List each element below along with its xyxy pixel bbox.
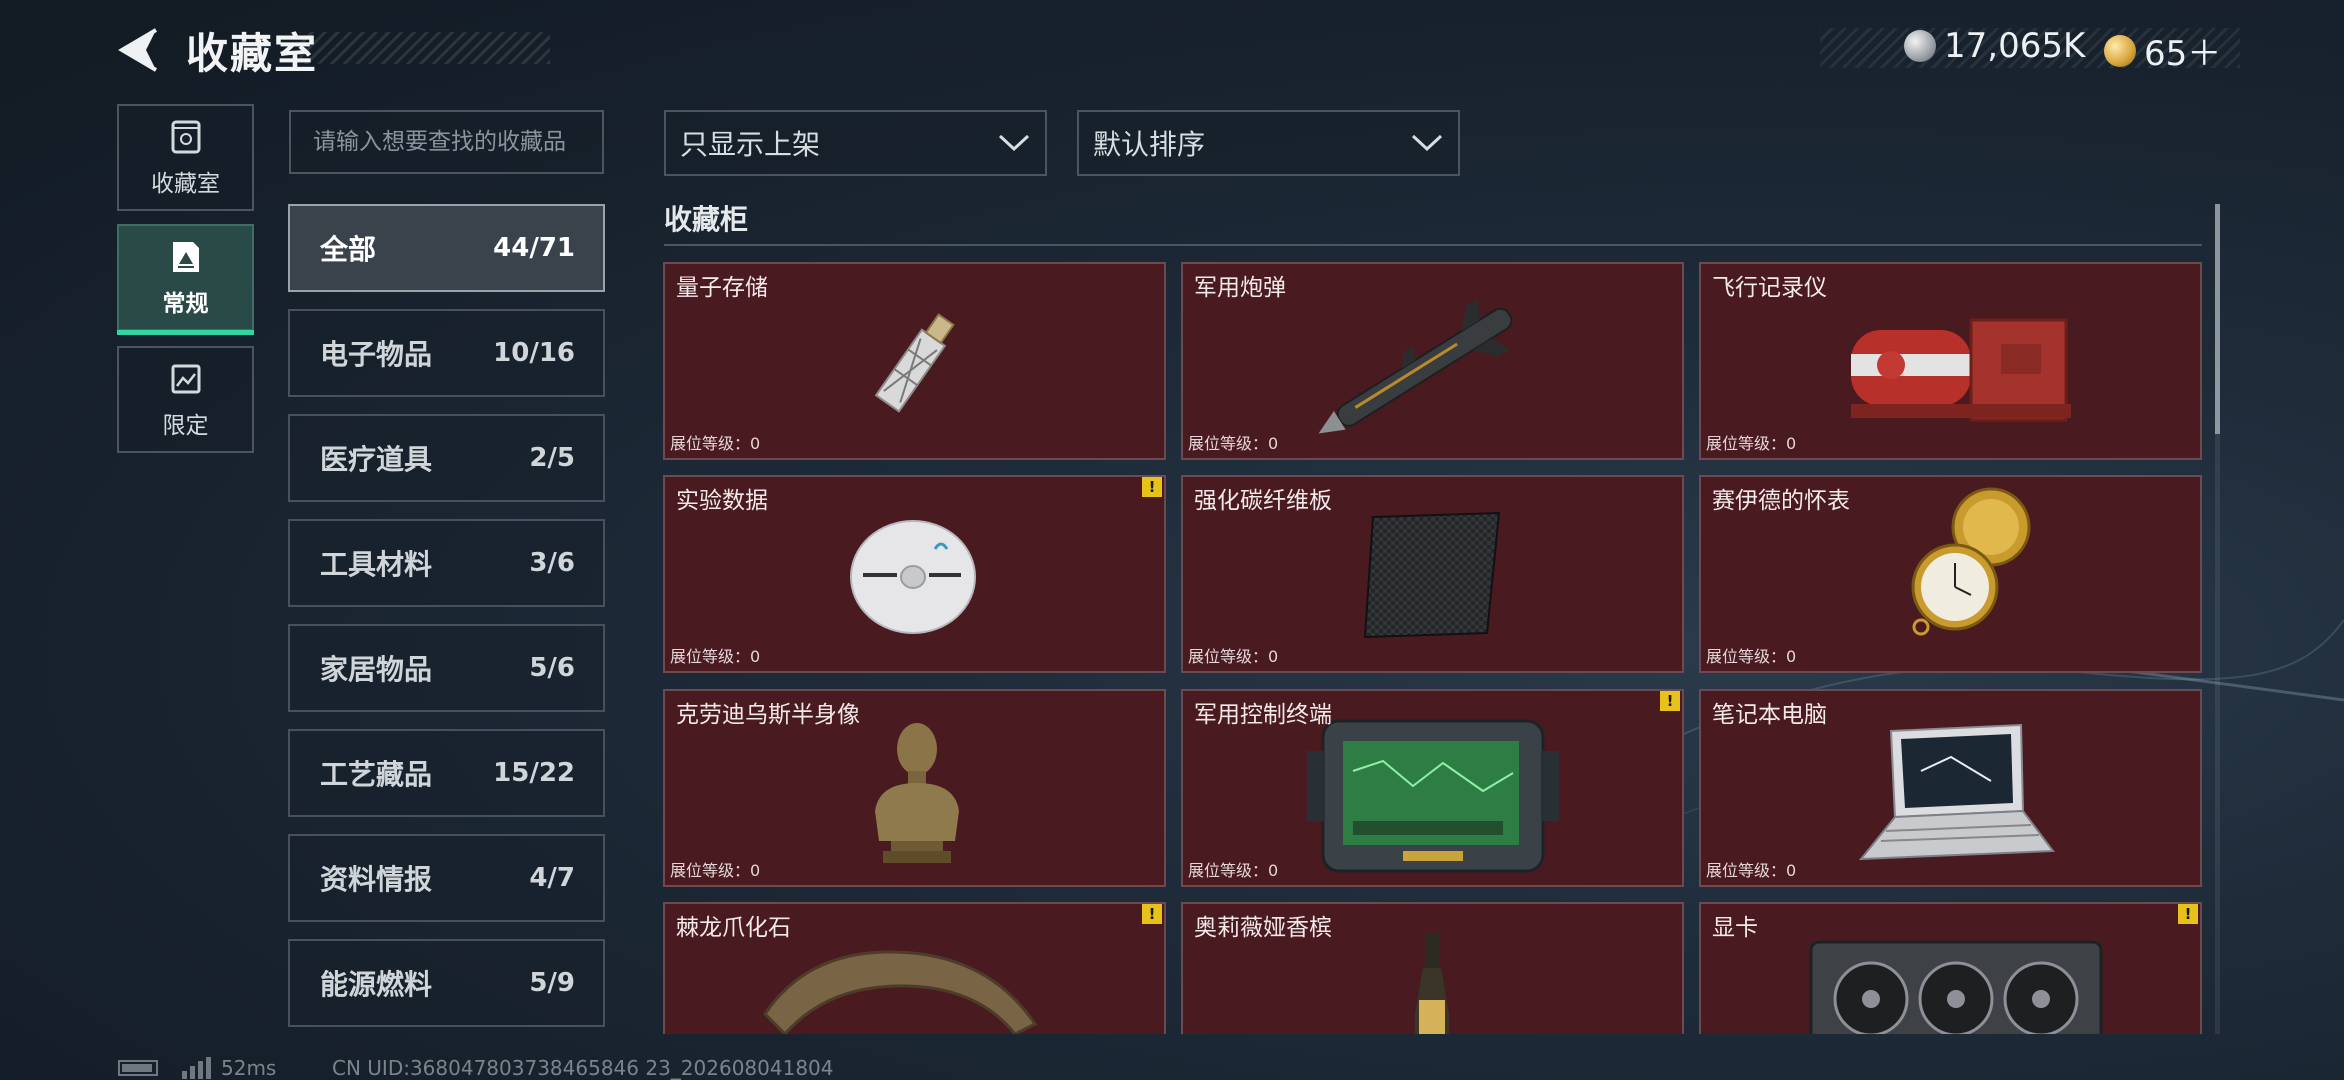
category-count: 10/16 bbox=[493, 338, 575, 368]
category-count: 5/6 bbox=[529, 653, 575, 683]
nav-regular-label: 常规 bbox=[162, 290, 209, 317]
sort-value: 默认排序 bbox=[1093, 128, 1206, 161]
sort-dropdown[interactable]: 默认排序 bbox=[1077, 110, 1460, 176]
collection-item-card[interactable]: 飞行记录仪 展位等级：0 bbox=[1699, 262, 2202, 460]
item-name: 显卡 bbox=[1712, 915, 1758, 941]
regular-icon bbox=[172, 241, 199, 272]
item-level: 展位等级：0 bbox=[670, 861, 761, 880]
collection-room-icon bbox=[171, 120, 200, 153]
page-title: 收藏室 bbox=[186, 29, 319, 78]
collection-item-card[interactable]: 实验数据 ! 展位等级：0 bbox=[663, 475, 1166, 673]
category-name: 家居物品 bbox=[320, 653, 433, 686]
ping-value: 52ms bbox=[221, 1056, 277, 1080]
collection-item-card[interactable]: 显卡 ! bbox=[1699, 902, 2202, 1034]
item-name: 军用炮弹 bbox=[1194, 275, 1286, 301]
collection-item-card[interactable]: 赛伊德的怀表 展位等级：0 bbox=[1699, 475, 2202, 673]
item-name: 军用控制终端 bbox=[1194, 702, 1332, 728]
item-name: 奥莉薇娅香槟 bbox=[1194, 915, 1332, 941]
collection-item-card[interactable]: 棘龙爪化石 ! bbox=[663, 902, 1166, 1034]
item-name: 飞行记录仪 bbox=[1712, 275, 1827, 301]
category-name: 全部 bbox=[320, 233, 377, 266]
category-name: 工艺藏品 bbox=[320, 758, 433, 791]
display-filter-value: 只显示上架 bbox=[680, 128, 821, 161]
back-arrow-icon bbox=[118, 28, 158, 72]
category-count: 2/5 bbox=[529, 443, 575, 473]
category-name: 医疗道具 bbox=[320, 443, 433, 476]
category-count: 44/71 bbox=[493, 233, 575, 263]
item-level: 展位等级：0 bbox=[1188, 647, 1279, 666]
collection-item-card[interactable]: 强化碳纤维板 展位等级：0 bbox=[1181, 475, 1684, 673]
category-energy[interactable]: 能源燃料 5/9 bbox=[288, 939, 605, 1027]
limited-icon bbox=[171, 364, 200, 393]
currency-silver-value: 17,065K bbox=[1944, 26, 2086, 66]
alert-icon: ! bbox=[2178, 904, 2198, 924]
category-crafts[interactable]: 工艺藏品 15/22 bbox=[288, 729, 605, 817]
item-name: 量子存储 bbox=[676, 275, 768, 301]
search-input[interactable]: 请输入想要查找的收藏品 bbox=[289, 110, 604, 174]
collection-item-card[interactable]: 量子存储 展位等级：0 bbox=[663, 262, 1166, 460]
category-count: 5/9 bbox=[529, 968, 575, 998]
category-count: 3/6 bbox=[529, 548, 575, 578]
item-level: 展位等级：0 bbox=[1706, 647, 1797, 666]
user-uid: CN UID:368047803738465846 23_20260804180… bbox=[332, 1056, 834, 1080]
item-name: 赛伊德的怀表 bbox=[1712, 488, 1850, 514]
category-electronics[interactable]: 电子物品 10/16 bbox=[288, 309, 605, 397]
category-tools[interactable]: 工具材料 3/6 bbox=[288, 519, 605, 607]
status-footer: 52ms bbox=[118, 1056, 276, 1080]
collection-item-card[interactable]: 笔记本电脑 展位等级：0 bbox=[1699, 689, 2202, 887]
scrollbar-thumb[interactable] bbox=[2215, 204, 2220, 434]
alert-icon: ! bbox=[1142, 904, 1162, 924]
item-level: 展位等级：0 bbox=[1188, 861, 1279, 880]
item-level: 展位等级：0 bbox=[670, 434, 761, 453]
currency-gold-value: 65＋ bbox=[2144, 34, 2222, 74]
nav-limited[interactable]: 限定 bbox=[117, 346, 254, 453]
category-count: 15/22 bbox=[493, 758, 575, 788]
section-divider bbox=[664, 244, 2202, 246]
nav-limited-label: 限定 bbox=[162, 412, 209, 439]
category-intel[interactable]: 资料情报 4/7 bbox=[288, 834, 605, 922]
back-button[interactable] bbox=[116, 26, 164, 74]
collection-item-card[interactable]: 克劳迪乌斯半身像 展位等级：0 bbox=[663, 689, 1166, 887]
category-medical[interactable]: 医疗道具 2/5 bbox=[288, 414, 605, 502]
battery-icon bbox=[118, 1060, 158, 1076]
display-filter-dropdown[interactable]: 只显示上架 bbox=[664, 110, 1047, 176]
gold-coin-icon bbox=[2104, 34, 2136, 67]
category-all[interactable]: 全部 44/71 bbox=[288, 204, 605, 292]
chevron-down-icon bbox=[998, 134, 1030, 152]
currency-silver: 17,065K bbox=[1904, 26, 2085, 66]
nav-collection-room[interactable]: 收藏室 bbox=[117, 104, 254, 211]
item-level: 展位等级：0 bbox=[670, 647, 761, 666]
item-name: 棘龙爪化石 bbox=[676, 915, 791, 941]
item-level: 展位等级：0 bbox=[1706, 861, 1797, 880]
item-name: 笔记本电脑 bbox=[1712, 702, 1827, 728]
collection-item-card[interactable]: 军用炮弹 展位等级：0 bbox=[1181, 262, 1684, 460]
graphics-card-icon bbox=[1809, 940, 2103, 1034]
item-level: 展位等级：0 bbox=[1706, 434, 1797, 453]
item-name: 强化碳纤维板 bbox=[1194, 488, 1332, 514]
collection-item-card[interactable]: 奥莉薇娅香槟 bbox=[1181, 902, 1684, 1034]
section-title: 收藏柜 bbox=[664, 203, 749, 236]
nav-regular[interactable]: 常规 bbox=[117, 224, 254, 335]
item-name: 克劳迪乌斯半身像 bbox=[676, 702, 860, 728]
category-name: 能源燃料 bbox=[320, 968, 433, 1001]
collection-grid: 量子存储 展位等级：0 军用炮弹 展位等级：0 飞行记录仪 展位等级：0 实验数… bbox=[663, 262, 2203, 1034]
signal-icon bbox=[182, 1057, 211, 1079]
alert-icon: ! bbox=[1660, 691, 1680, 711]
item-name: 实验数据 bbox=[676, 488, 768, 514]
category-count: 4/7 bbox=[529, 863, 575, 893]
category-household[interactable]: 家居物品 5/6 bbox=[288, 624, 605, 712]
nav-collection-room-label: 收藏室 bbox=[151, 170, 220, 197]
collection-item-card[interactable]: 军用控制终端 ! 展位等级：0 bbox=[1181, 689, 1684, 887]
chevron-down-icon bbox=[1411, 134, 1443, 152]
category-name: 工具材料 bbox=[320, 548, 433, 581]
item-level: 展位等级：0 bbox=[1188, 434, 1279, 453]
category-name: 资料情报 bbox=[320, 863, 433, 896]
currency-gold[interactable]: 65＋ bbox=[2104, 26, 2221, 75]
category-name: 电子物品 bbox=[320, 338, 433, 371]
silver-coin-icon bbox=[1904, 30, 1936, 62]
title-decoration bbox=[300, 32, 550, 64]
alert-icon: ! bbox=[1142, 477, 1162, 497]
